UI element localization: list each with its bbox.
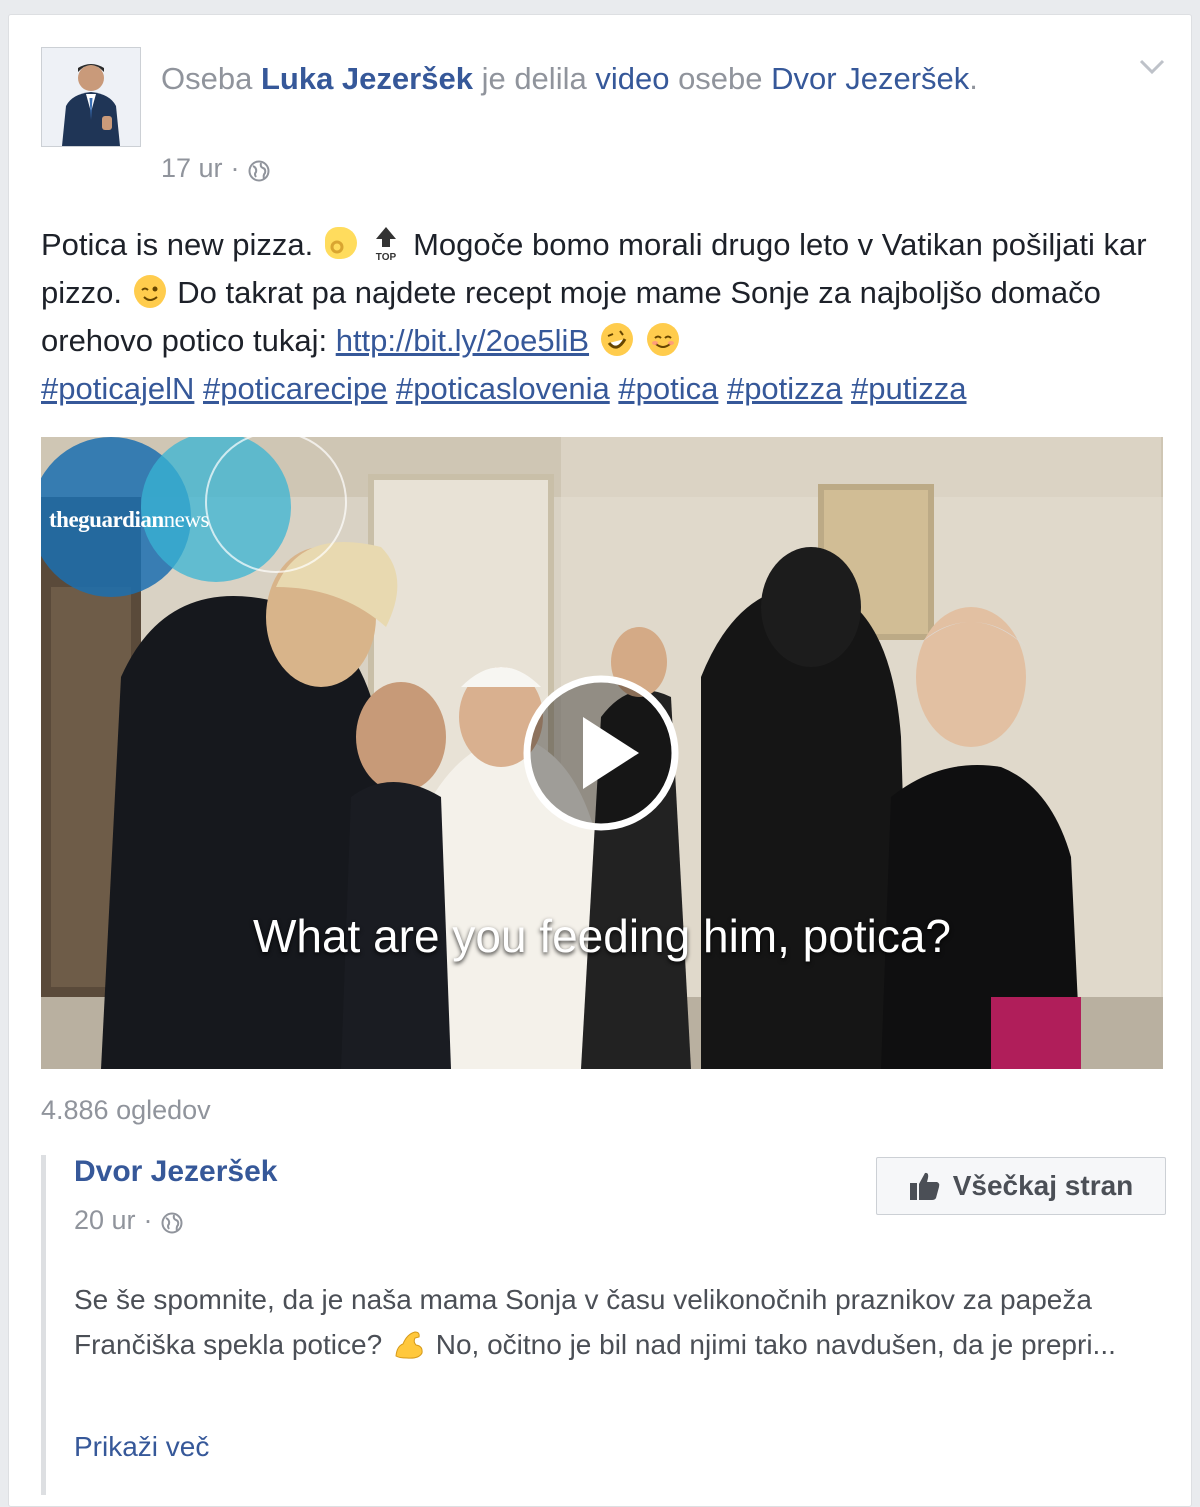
hashtag-link[interactable]: #putizza	[851, 371, 966, 406]
thumbs-up-icon	[909, 1172, 939, 1200]
post-header: Oseba Luka Jezeršek je delila video oseb…	[161, 55, 1021, 102]
avatar[interactable]	[41, 47, 141, 147]
header-shared-from-prefix: osebe	[678, 61, 763, 96]
hashtag-link[interactable]: #potizza	[727, 371, 842, 406]
post-text-1: Potica is new pizza.	[41, 227, 314, 262]
video-link[interactable]: video	[595, 61, 669, 96]
post-card: Oseba Luka Jezeršek je delila video oseb…	[8, 14, 1192, 1507]
video-player[interactable]: theguardiannews What are you feeding him…	[41, 437, 1163, 1069]
shared-from-link[interactable]: Dvor Jezeršek	[771, 61, 969, 96]
header-action: je delila	[481, 61, 587, 96]
smile-emoji-icon	[647, 323, 680, 356]
guardian-logo: theguardiannews	[49, 507, 209, 533]
shared-meta-separator: ·	[143, 1205, 153, 1235]
meta-separator: ·	[230, 153, 240, 183]
wink-emoji-icon	[133, 275, 166, 308]
timestamp-link[interactable]: 17 ur	[161, 153, 223, 184]
header-suffix: .	[969, 61, 978, 96]
shared-meta: 20 ur ·	[74, 1205, 183, 1236]
logo-suffix: news	[163, 507, 210, 532]
post-text: Potica is new pizza. TOP Mogoče bomo mor…	[41, 221, 1171, 413]
ok-hand-icon	[324, 227, 357, 259]
chevron-down-icon[interactable]	[1137, 55, 1167, 79]
hashtag-link[interactable]: #poticaslovenia	[396, 371, 610, 406]
globe-icon[interactable]	[161, 1210, 183, 1233]
hashtag-link[interactable]: #potica	[618, 371, 718, 406]
post-meta: 17 ur ·	[161, 153, 270, 184]
top-label: TOP	[376, 252, 397, 263]
top-arrow-icon: TOP	[371, 225, 401, 263]
hashtag-link[interactable]: #poticarecipe	[203, 371, 387, 406]
globe-icon[interactable]	[248, 158, 270, 181]
logo-main: theguardian	[49, 507, 164, 532]
play-button[interactable]	[521, 673, 681, 833]
header-prefix: Oseba	[161, 61, 253, 96]
like-page-button[interactable]: Všečkaj stran	[876, 1157, 1166, 1215]
shared-text-2: No, očitno je bil nad njimi tako navduše…	[435, 1329, 1116, 1360]
hashtag-link[interactable]: #poticajelN	[41, 371, 194, 406]
like-page-label: Všečkaj stran	[952, 1170, 1134, 1201]
view-count: 4.886 ogledov	[41, 1095, 211, 1125]
rofl-emoji-icon	[600, 323, 633, 356]
author-link[interactable]: Luka Jezeršek	[261, 61, 473, 96]
shared-post: Dvor Jezeršek 20 ur · Všečkaj stran Se š…	[41, 1155, 1166, 1495]
shared-text: Se še spomnite, da je naša mama Sonja v …	[74, 1277, 1154, 1367]
flexed-biceps-icon	[393, 1328, 425, 1360]
shared-timestamp-link[interactable]: 20 ur	[74, 1205, 136, 1236]
play-icon	[523, 675, 679, 831]
see-more-link[interactable]: Prikaži več	[74, 1431, 209, 1463]
shared-page-link[interactable]: Dvor Jezeršek	[74, 1155, 277, 1189]
video-subtitle: What are you feeding him, potica?	[252, 910, 952, 962]
recipe-link[interactable]: http://bit.ly/2oe5liB	[336, 323, 589, 358]
